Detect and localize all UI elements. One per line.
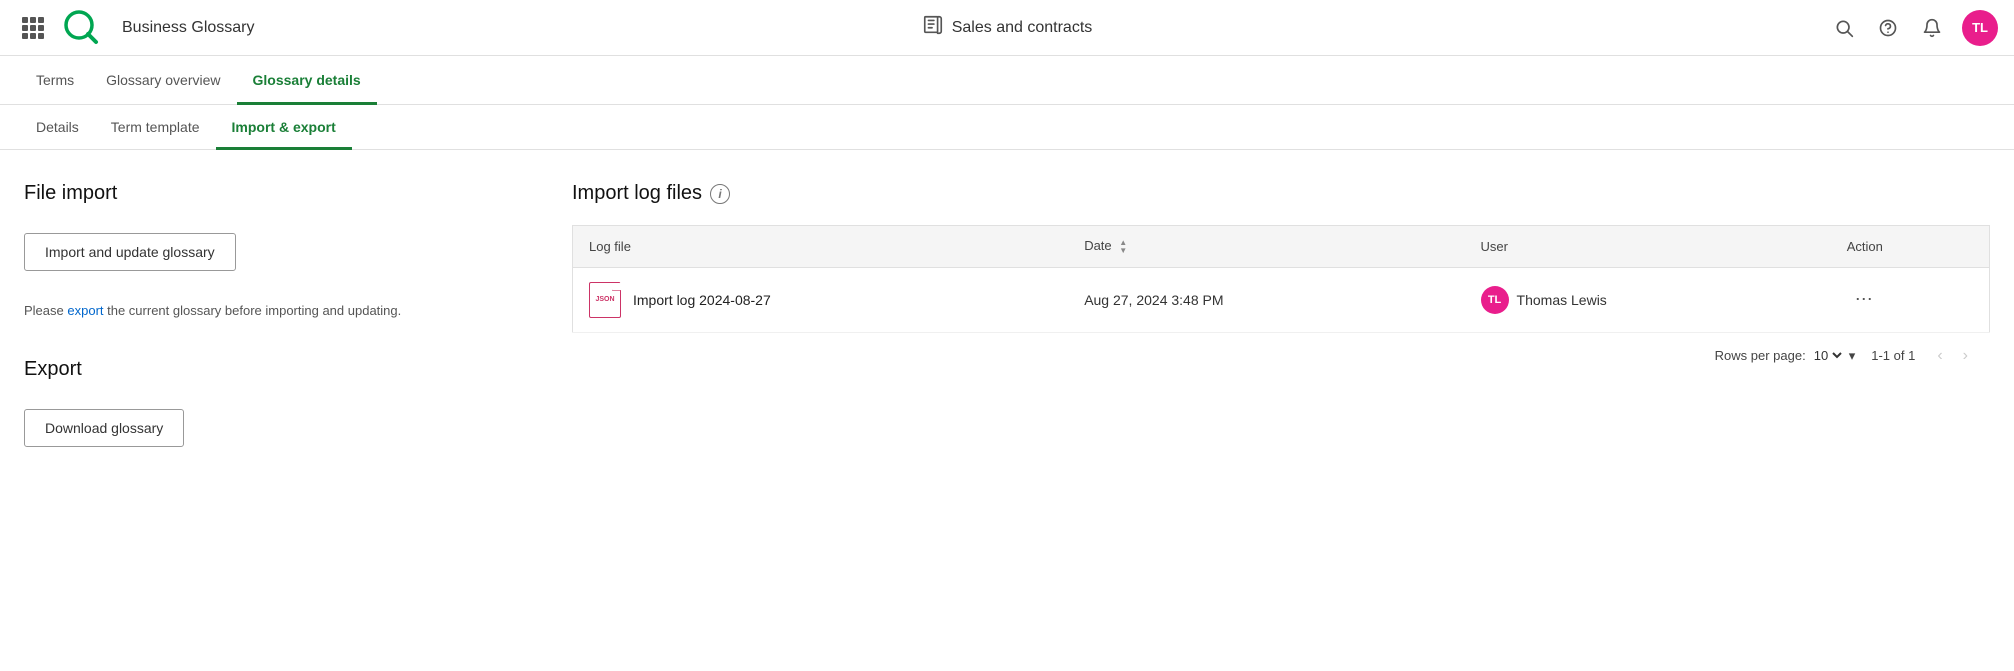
export-link[interactable]: export	[67, 303, 103, 318]
log-file-content: JSON Import log 2024-08-27	[589, 282, 1052, 318]
log-table-header: Log file Date ▲ ▼ User Action	[573, 226, 1990, 268]
col-user: User	[1465, 226, 1831, 268]
page-nav: ‹ ›	[1931, 345, 1974, 367]
left-panel: File import Import and update glossary P…	[24, 182, 524, 471]
log-table-header-row: Log file Date ▲ ▼ User Action	[573, 226, 1990, 268]
log-user-avatar: TL	[1481, 286, 1509, 314]
date-sort-arrows: ▲ ▼	[1119, 239, 1127, 255]
main-content: File import Import and update glossary P…	[0, 150, 2014, 503]
tab-glossary-details[interactable]: Glossary details	[237, 56, 377, 105]
export-notice-text-after: the current glossary before importing an…	[104, 303, 402, 318]
prev-page-button[interactable]: ‹	[1931, 345, 1948, 367]
log-user-cell: TL Thomas Lewis	[1465, 267, 1831, 332]
navbar-right: TL	[1337, 10, 1998, 46]
pagination: Rows per page: 10 25 50 ▾ 1-1 of 1 ‹ ›	[572, 333, 1990, 379]
navbar-center: Sales and contracts	[677, 14, 1338, 41]
log-title: Import log files	[572, 182, 702, 205]
log-table-body: JSON Import log 2024-08-27 Aug 27, 2024 …	[573, 267, 1990, 332]
rows-per-page-label: Rows per page:	[1715, 348, 1806, 363]
help-icon	[1878, 18, 1898, 38]
col-action: Action	[1831, 226, 1990, 268]
log-header: Import log files i	[572, 182, 1990, 205]
navbar: Business Glossary Sales and contracts	[0, 0, 2014, 56]
apps-grid-button[interactable]	[16, 11, 50, 45]
glossary-name: Sales and contracts	[952, 19, 1093, 37]
search-icon	[1834, 18, 1854, 38]
notifications-button[interactable]	[1918, 14, 1946, 42]
file-import-title: File import	[24, 182, 524, 205]
rows-per-page-select[interactable]: 10 25 50	[1810, 347, 1845, 364]
log-user-name: Thomas Lewis	[1517, 292, 1607, 308]
qlik-logo-svg	[62, 8, 102, 48]
import-update-button[interactable]: Import and update glossary	[24, 233, 236, 271]
primary-tabs: Terms Glossary overview Glossary details	[0, 56, 2014, 105]
secondary-tabs: Details Term template Import & export	[0, 105, 2014, 150]
tab-import-export[interactable]: Import & export	[216, 105, 352, 150]
user-avatar[interactable]: TL	[1962, 10, 1998, 46]
log-table: Log file Date ▲ ▼ User Action	[572, 225, 1990, 333]
tab-glossary-overview[interactable]: Glossary overview	[90, 56, 236, 105]
row-more-button[interactable]: ⋯	[1847, 285, 1881, 314]
next-page-button[interactable]: ›	[1957, 345, 1974, 367]
log-date-cell: Aug 27, 2024 3:48 PM	[1068, 267, 1464, 332]
export-notice: Please export the current glossary befor…	[24, 303, 524, 318]
export-notice-text-before: Please	[24, 303, 67, 318]
glossary-icon	[922, 14, 944, 41]
tab-term-template[interactable]: Term template	[95, 105, 216, 150]
json-file-icon: JSON	[589, 282, 621, 318]
bell-icon	[1922, 18, 1942, 38]
navbar-left: Business Glossary	[16, 8, 677, 48]
dropdown-arrow: ▾	[1849, 348, 1856, 364]
grid-icon	[22, 17, 44, 39]
qlik-logo	[62, 8, 102, 48]
app-title: Business Glossary	[122, 19, 255, 37]
rows-per-page: Rows per page: 10 25 50 ▾	[1715, 347, 1856, 364]
export-section: Export Download glossary	[24, 358, 524, 471]
search-button[interactable]	[1830, 14, 1858, 42]
help-button[interactable]	[1874, 14, 1902, 42]
right-panel: Import log files i Log file Date ▲ ▼ Use…	[572, 182, 1990, 471]
tab-terms[interactable]: Terms	[20, 56, 90, 105]
json-label: JSON	[595, 296, 614, 303]
col-log-file: Log file	[573, 226, 1069, 268]
table-row: JSON Import log 2024-08-27 Aug 27, 2024 …	[573, 267, 1990, 332]
user-cell-content: TL Thomas Lewis	[1481, 286, 1815, 314]
info-icon[interactable]: i	[710, 184, 730, 204]
log-file-name: Import log 2024-08-27	[633, 292, 771, 308]
export-title: Export	[24, 358, 524, 381]
log-action-cell: ⋯	[1831, 267, 1990, 332]
page-info: 1-1 of 1	[1871, 348, 1915, 363]
col-date[interactable]: Date ▲ ▼	[1068, 226, 1464, 268]
download-glossary-button[interactable]: Download glossary	[24, 409, 184, 447]
tab-details[interactable]: Details	[20, 105, 95, 150]
log-file-cell: JSON Import log 2024-08-27	[573, 267, 1069, 332]
